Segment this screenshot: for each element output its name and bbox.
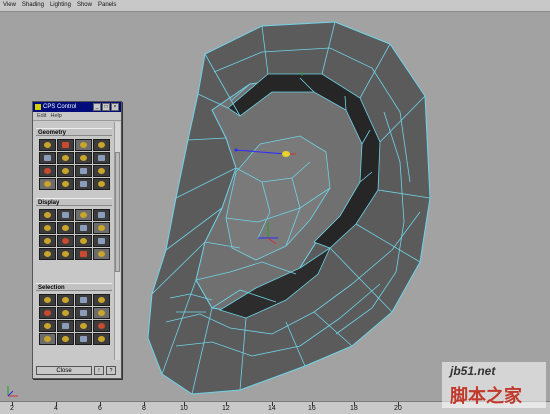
tool-button[interactable] (57, 333, 74, 345)
panel-scrollbar[interactable] (114, 122, 120, 360)
tool-button[interactable] (93, 307, 110, 319)
tool-button[interactable] (39, 165, 56, 177)
tool-button[interactable] (75, 178, 92, 190)
menu-edit[interactable]: Edit (37, 113, 46, 119)
selection-tools (39, 294, 110, 345)
tool-button[interactable] (93, 152, 110, 164)
tool-button[interactable] (75, 152, 92, 164)
tool-button[interactable] (75, 294, 92, 306)
pin-button[interactable]: ! (94, 366, 104, 375)
timeline-tick-label: 10 (180, 405, 188, 412)
tool-button[interactable] (75, 165, 92, 177)
axis-gizmo-icon (7, 386, 18, 397)
close-icon[interactable]: × (111, 103, 119, 111)
section-geometry[interactable]: Geometry (36, 128, 112, 136)
window-title: CPS Control (43, 104, 77, 110)
tool-button[interactable] (75, 320, 92, 332)
maximize-button[interactable]: □ (102, 103, 110, 111)
tool-button[interactable] (39, 222, 56, 234)
menu-show[interactable]: Show (74, 0, 95, 11)
tool-button[interactable] (57, 248, 74, 260)
watermark-url: jb51.net (450, 364, 496, 378)
tool-button[interactable] (39, 209, 56, 221)
panel-footer: Close ! ? (36, 366, 120, 375)
minimize-button[interactable]: _ (93, 103, 101, 111)
section-selection[interactable]: Selection (36, 283, 112, 291)
tool-button[interactable] (75, 235, 92, 247)
menu-lighting[interactable]: Lighting (47, 0, 74, 11)
tool-button[interactable] (93, 235, 110, 247)
window-titlebar[interactable]: CPS Control _ □ × (33, 102, 121, 112)
timeline-tick-label: 16 (308, 405, 316, 412)
tool-button[interactable] (57, 165, 74, 177)
tool-button[interactable] (39, 178, 56, 190)
tool-button[interactable] (93, 139, 110, 151)
viewport-menubar: View Shading Lighting Show Panels (0, 0, 550, 12)
tool-button[interactable] (39, 235, 56, 247)
timeline-tick-label: 6 (98, 405, 102, 412)
tool-button[interactable] (93, 333, 110, 345)
timeline-tick-label: 8 (142, 405, 146, 412)
tool-button[interactable] (39, 320, 56, 332)
tool-button[interactable] (75, 222, 92, 234)
timeline-tick-label: 2 (10, 405, 14, 412)
tool-button[interactable] (57, 178, 74, 190)
tool-button[interactable] (39, 307, 56, 319)
tool-button[interactable] (75, 307, 92, 319)
tool-button[interactable] (93, 320, 110, 332)
tool-button[interactable] (93, 209, 110, 221)
tool-button[interactable] (93, 248, 110, 260)
tool-button[interactable] (93, 165, 110, 177)
tool-button[interactable] (39, 333, 56, 345)
timeline-tick-label: 14 (268, 405, 276, 412)
menu-panels[interactable]: Panels (95, 0, 119, 11)
tool-button[interactable] (93, 222, 110, 234)
timeline-tick-label: 12 (222, 405, 230, 412)
tool-button[interactable] (39, 152, 56, 164)
tool-button[interactable] (39, 248, 56, 260)
tool-button[interactable] (93, 178, 110, 190)
menu-help[interactable]: Help (50, 113, 61, 119)
panel-menubar: Edit Help (33, 112, 121, 121)
section-display[interactable]: Display (36, 198, 112, 206)
tool-button[interactable] (39, 139, 56, 151)
site-watermark: jb51.net 脚本之家 (442, 362, 546, 408)
scrollbar-thumb[interactable] (115, 152, 120, 272)
tool-button[interactable] (57, 222, 74, 234)
tool-button[interactable] (75, 139, 92, 151)
tool-button[interactable] (75, 248, 92, 260)
close-button[interactable]: Close (36, 366, 92, 375)
tool-button[interactable] (57, 320, 74, 332)
tool-button[interactable] (57, 294, 74, 306)
tool-button[interactable] (57, 307, 74, 319)
geometry-tools (39, 139, 110, 190)
timeline-tick-label: 18 (350, 405, 358, 412)
help-button[interactable]: ? (106, 366, 116, 375)
tool-button[interactable] (39, 294, 56, 306)
window-app-icon (35, 104, 41, 110)
menu-view[interactable]: View (0, 0, 19, 11)
display-tools (39, 209, 110, 260)
watermark-name: 脚本之家 (450, 386, 522, 406)
tool-button[interactable] (57, 209, 74, 221)
timeline-tick-label: 20 (394, 405, 402, 412)
tool-button[interactable] (57, 152, 74, 164)
cps-control-window[interactable]: CPS Control _ □ × Edit Help Geometry Dis… (32, 101, 122, 379)
tool-button[interactable] (93, 294, 110, 306)
tool-button[interactable] (75, 209, 92, 221)
timeline-tick-label: 4 (54, 405, 58, 412)
tool-button[interactable] (57, 235, 74, 247)
tool-button[interactable] (75, 333, 92, 345)
menu-shading[interactable]: Shading (19, 0, 47, 11)
tool-button[interactable] (57, 139, 74, 151)
